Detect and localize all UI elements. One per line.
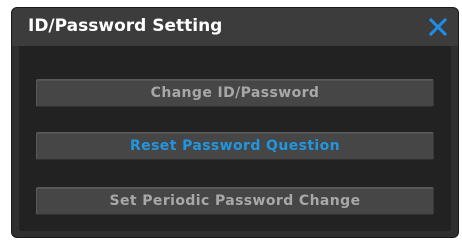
- dialog-body: Change ID/Password Reset Password Questi…: [19, 46, 451, 231]
- reset-password-question-button[interactable]: Reset Password Question: [36, 132, 434, 160]
- dialog-titlebar: ID/Password Setting: [12, 8, 458, 46]
- dialog-title: ID/Password Setting: [28, 16, 223, 36]
- set-periodic-password-change-button[interactable]: Set Periodic Password Change: [36, 187, 434, 215]
- close-icon[interactable]: [428, 17, 448, 37]
- change-id-password-button[interactable]: Change ID/Password: [36, 79, 434, 107]
- id-password-setting-dialog: ID/Password Setting Change ID/Password R…: [12, 8, 458, 237]
